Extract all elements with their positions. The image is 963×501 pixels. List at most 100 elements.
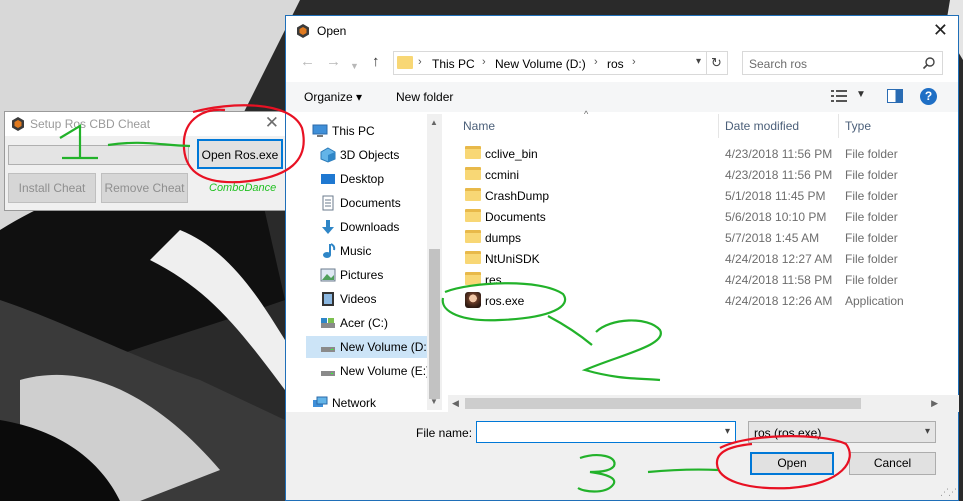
nav-item-new-volume-d[interactable]: New Volume (D: (306, 336, 427, 358)
scroll-left-icon[interactable]: ◀ (452, 398, 459, 409)
combodance-note: ComboDance (209, 182, 277, 194)
scroll-right-icon[interactable]: ▶ (931, 398, 938, 409)
file-type-filter[interactable]: ros (ros.exe) ▾ (748, 421, 936, 443)
file-row-ntunisdk[interactable]: NtUniSDK 4/24/2018 12:27 AM File folder (448, 248, 942, 269)
dialog-title: Open (317, 24, 347, 38)
view-options-icon[interactable] (831, 90, 847, 102)
breadcrumb-new-volume[interactable]: New Volume (D:) (495, 57, 586, 71)
music-icon (323, 243, 336, 258)
file-row-documents[interactable]: Documents 5/6/2018 10:10 PM File folder (448, 206, 942, 227)
file-row-dumps[interactable]: dumps 5/7/2018 1:45 AM File folder (448, 227, 942, 248)
path-field[interactable] (8, 145, 189, 165)
scroll-thumb[interactable] (429, 249, 440, 399)
column-type[interactable]: Type (845, 119, 871, 133)
documents-icon (322, 195, 334, 211)
scroll-thumb[interactable] (465, 398, 861, 409)
chevron-down-icon[interactable]: ▼ (856, 89, 866, 100)
recent-chevron-icon[interactable]: ▼ (350, 58, 359, 74)
nav-item-videos[interactable]: Videos (306, 288, 427, 310)
cancel-button[interactable]: Cancel (849, 452, 936, 475)
cube-icon (320, 147, 336, 163)
search-input[interactable]: Search ros (749, 57, 807, 71)
file-name-combobox[interactable]: ▾ (476, 421, 736, 443)
folder-icon (465, 146, 481, 159)
scroll-down-icon[interactable]: ▼ (430, 397, 438, 406)
file-name-input[interactable] (480, 423, 710, 441)
scroll-corner (942, 395, 959, 412)
chevron-down-icon[interactable]: ▾ (696, 56, 701, 67)
pictures-icon (320, 268, 336, 282)
file-row-ros-exe[interactable]: ros.exe 4/24/2018 12:26 AM Application (448, 290, 942, 311)
column-divider[interactable] (718, 114, 719, 138)
file-name-label: File name: (416, 426, 473, 440)
chevron-down-icon[interactable]: ▾ (925, 426, 930, 437)
file-row-ccmini[interactable]: ccmini 4/23/2018 11:56 PM File folder (448, 164, 942, 185)
preview-pane-icon[interactable] (887, 89, 903, 103)
file-row-crashdump[interactable]: CrashDump 5/1/2018 11:45 PM File folder (448, 185, 942, 206)
app-logo-icon (12, 117, 24, 131)
open-ros-button[interactable]: Open Ros.exe (197, 139, 283, 169)
nav-item-3d-objects[interactable]: 3D Objects (306, 144, 427, 166)
nav-item-downloads[interactable]: Downloads (306, 216, 427, 238)
folder-icon (465, 251, 481, 264)
chevron-right-icon: › (482, 56, 486, 68)
folder-icon (465, 272, 481, 285)
drive-icon (321, 347, 335, 352)
chevron-right-icon: › (594, 56, 598, 68)
new-folder-button[interactable]: New folder (396, 90, 453, 104)
file-list: ^ Name Date modified Type cclive_bin 4/2… (448, 109, 942, 397)
refresh-icon[interactable]: ↻ (706, 52, 726, 74)
close-icon[interactable]: ✕ (933, 20, 948, 40)
help-icon[interactable]: ? (920, 88, 937, 105)
forward-arrow-icon[interactable]: → (326, 54, 341, 70)
drive-icon (321, 318, 335, 328)
install-cheat-button[interactable]: Install Cheat (8, 173, 96, 203)
network-icon (313, 396, 328, 407)
chevron-right-icon: › (632, 56, 636, 68)
search-box[interactable]: Search ros (742, 51, 943, 75)
column-name[interactable]: Name (463, 119, 495, 133)
folder-icon (465, 209, 481, 222)
nav-item-music[interactable]: Music (306, 240, 427, 262)
download-icon (322, 220, 334, 234)
back-arrow-icon[interactable]: ← (300, 54, 315, 70)
nav-item-pictures[interactable]: Pictures (306, 264, 427, 286)
search-icon (922, 57, 935, 70)
resize-grip-icon[interactable]: ⋰⋰ (940, 487, 957, 498)
setup-titlebar: Setup Ros CBD Cheat ✕ (5, 112, 287, 136)
videos-icon (322, 292, 334, 306)
setup-title: Setup Ros CBD Cheat (30, 117, 151, 131)
pc-icon (312, 124, 328, 137)
nav-item-new-volume-e[interactable]: New Volume (E:) (306, 360, 427, 382)
up-arrow-icon[interactable]: ↑ (372, 54, 380, 70)
scroll-up-icon[interactable]: ▲ (430, 118, 438, 127)
breadcrumb-this-pc[interactable]: This PC (432, 57, 475, 71)
chevron-down-icon[interactable]: ▾ (725, 426, 730, 437)
nav-scrollbar[interactable]: ▲ ▼ (427, 114, 442, 410)
nav-item-this-pc[interactable]: This PC (306, 120, 427, 142)
nav-item-network[interactable]: Network (306, 392, 427, 410)
open-button[interactable]: Open (750, 452, 834, 475)
file-row-res[interactable]: res 4/24/2018 11:58 PM File folder (448, 269, 942, 290)
toolbar: Organize ▾ New folder ▼ ? (286, 82, 958, 112)
drive-icon (321, 371, 335, 376)
nav-item-desktop[interactable]: Desktop (306, 168, 427, 190)
folder-icon (465, 188, 481, 201)
column-date-modified[interactable]: Date modified (725, 119, 799, 133)
nav-item-documents[interactable]: Documents (306, 192, 427, 214)
close-icon[interactable]: ✕ (265, 114, 279, 132)
setup-window: Setup Ros CBD Cheat ✕ Open Ros.exe Insta… (4, 111, 288, 211)
dialog-footer: File name: ▾ ros (ros.exe) ▾ Open Cancel… (286, 412, 958, 500)
horizontal-scrollbar[interactable]: ◀ ▶ (448, 395, 942, 412)
column-divider[interactable] (838, 114, 839, 138)
remove-cheat-button[interactable]: Remove Cheat (101, 173, 188, 203)
breadcrumb-ros[interactable]: ros (607, 57, 624, 71)
desktop-icon (321, 174, 335, 184)
file-row-cclive-bin[interactable]: cclive_bin 4/23/2018 11:56 PM File folde… (448, 143, 942, 164)
nav-item-acer-c[interactable]: Acer (C:) (306, 312, 427, 334)
address-bar[interactable]: › This PC › New Volume (D:) › ros › ▾ ↻ (393, 51, 728, 75)
app-logo-icon (297, 24, 309, 38)
folder-icon (465, 230, 481, 243)
sort-caret-icon: ^ (584, 109, 589, 119)
organize-button[interactable]: Organize ▾ (304, 90, 362, 104)
